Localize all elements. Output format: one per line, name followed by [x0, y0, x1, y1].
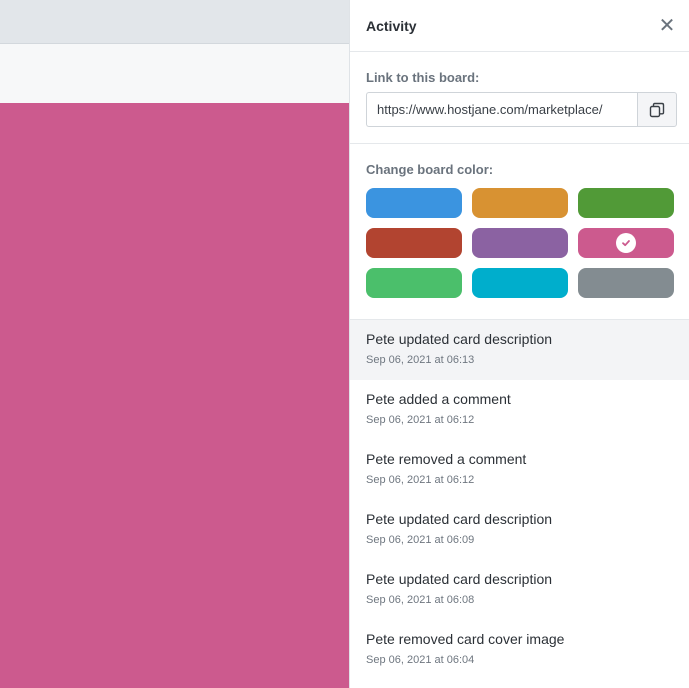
activity-timestamp: Sep 06, 2021 at 06:04: [366, 654, 475, 666]
color-swatch-green[interactable]: [578, 188, 674, 218]
close-icon[interactable]: ✕: [657, 16, 677, 36]
check-icon: [616, 233, 636, 253]
board-toolbar: [0, 44, 349, 103]
activity-item[interactable]: Pete updated card description Sep 06, 202…: [350, 560, 689, 620]
activity-text: Pete removed card cover image: [366, 631, 565, 647]
activity-item[interactable]: Pete removed a comment Sep 06, 2021 at 06…: [350, 440, 689, 500]
color-swatch-red[interactable]: [366, 228, 462, 258]
copy-icon: [649, 102, 665, 117]
activity-text: Pete updated card description: [366, 331, 553, 347]
color-swatch-orange[interactable]: [472, 188, 568, 218]
activity-timestamp: Sep 06, 2021 at 06:13: [366, 354, 475, 366]
activity-item[interactable]: Pete updated card description Sep 06, 202…: [350, 320, 689, 380]
activity-list: Pete updated card description Sep 06, 202…: [350, 320, 689, 680]
copy-button[interactable]: [637, 92, 677, 127]
color-swatch-grid: [366, 188, 674, 298]
link-label: Link to this board:: [366, 70, 480, 85]
activity-panel: Activity ✕ Link to this board: Change bo…: [349, 0, 689, 688]
activity-text: Pete removed a comment: [366, 451, 527, 467]
link-row: [366, 92, 677, 127]
color-swatch-pink[interactable]: [578, 228, 674, 258]
color-swatch-grey[interactable]: [578, 268, 674, 298]
activity-timestamp: Sep 06, 2021 at 06:09: [366, 534, 475, 546]
activity-item[interactable]: Pete updated card description Sep 06, 202…: [350, 500, 689, 560]
color-label: Change board color:: [366, 162, 494, 177]
board-canvas: [0, 103, 349, 688]
activity-timestamp: Sep 06, 2021 at 06:12: [366, 414, 475, 426]
board-color-section: Change board color:: [350, 144, 689, 320]
activity-timestamp: Sep 06, 2021 at 06:08: [366, 594, 475, 606]
activity-text: Pete updated card description: [366, 511, 553, 527]
panel-title: Activity: [366, 17, 417, 34]
color-swatch-light-green[interactable]: [366, 268, 462, 298]
panel-header: Activity ✕: [350, 0, 689, 52]
activity-text: Pete added a comment: [366, 391, 511, 407]
color-swatch-blue[interactable]: [366, 188, 462, 218]
activity-timestamp: Sep 06, 2021 at 06:12: [366, 474, 475, 486]
activity-item[interactable]: Pete removed card cover image Sep 06, 202…: [350, 620, 689, 680]
activity-item[interactable]: Pete added a comment Sep 06, 2021 at 06:1…: [350, 380, 689, 440]
link-section: Link to this board:: [350, 52, 689, 144]
color-swatch-sky[interactable]: [472, 268, 568, 298]
board-header: [0, 0, 349, 44]
board-link-input[interactable]: [366, 92, 637, 127]
activity-text: Pete updated card description: [366, 571, 553, 587]
color-swatch-purple[interactable]: [472, 228, 568, 258]
